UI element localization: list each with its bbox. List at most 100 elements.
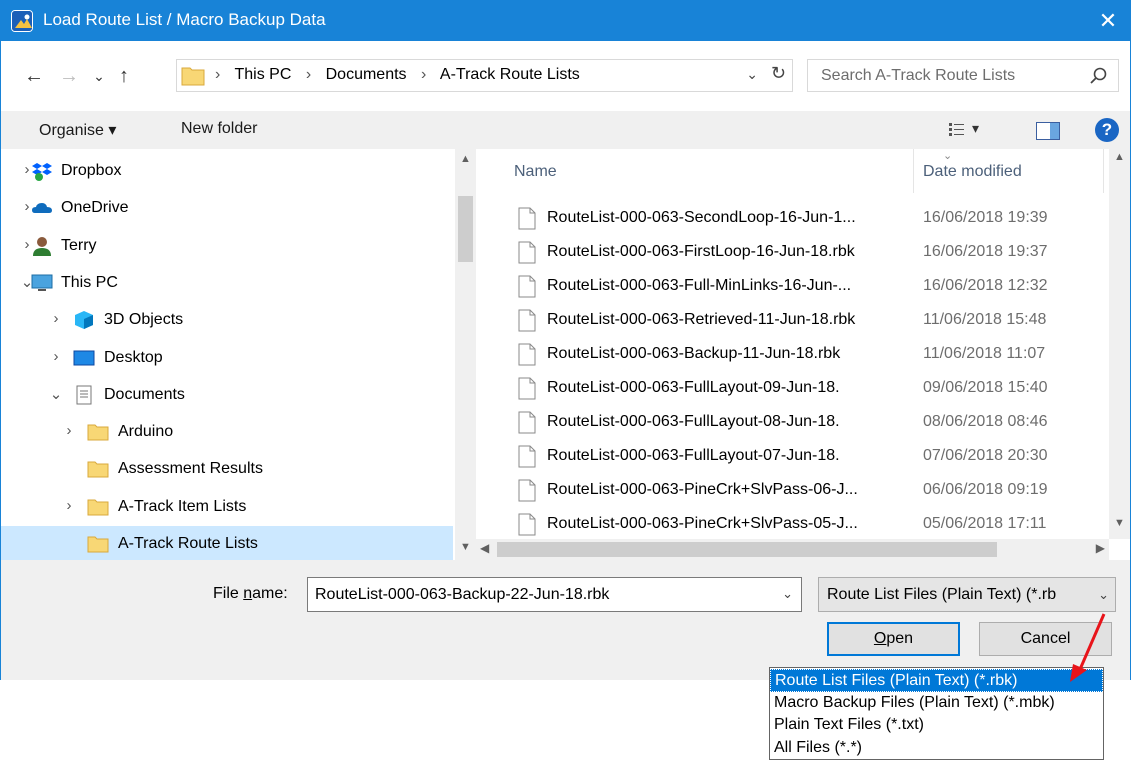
- address-dropdown-icon[interactable]: ⌄: [746, 66, 758, 83]
- file-row[interactable]: RouteList-000-063-FullLayout-09-Jun-18. 0…: [476, 371, 1115, 405]
- file-type-option[interactable]: Route List Files (Plain Text) (*.rbk): [770, 669, 1103, 692]
- scroll-down-icon[interactable]: ▼: [455, 541, 476, 553]
- file-type-filter-select[interactable]: Route List Files (Plain Text) (*.rb ⌄: [818, 577, 1116, 612]
- view-options-button[interactable]: ▾: [948, 120, 988, 140]
- sidebar-item-documents[interactable]: ⌄ Documents: [1, 377, 453, 414]
- breadcrumb-a-track-route-lists[interactable]: A-Track Route Lists: [440, 66, 580, 83]
- file-row[interactable]: RouteList-000-063-Retrieved-11-Jun-18.rb…: [476, 303, 1115, 337]
- sidebar-item-assessment-results[interactable]: Assessment Results: [1, 451, 453, 488]
- column-divider[interactable]: [1103, 149, 1104, 193]
- file-row[interactable]: RouteList-000-063-Full-MinLinks-16-Jun-.…: [476, 269, 1115, 303]
- file-icon: [518, 513, 536, 536]
- sidebar-item-dropbox[interactable]: › Dropbox: [1, 153, 453, 190]
- file-icon: [518, 207, 536, 230]
- file-list: Name Date modified ⌄ RouteList-000-063-S…: [476, 149, 1130, 560]
- address-bar[interactable]: › This PC › Documents › A-Track Route Li…: [176, 59, 793, 92]
- back-arrow-icon[interactable]: ←: [21, 61, 47, 91]
- file-row[interactable]: RouteList-000-063-Backup-11-Jun-18.rbk 11…: [476, 337, 1115, 371]
- refresh-icon[interactable]: ↻: [771, 63, 786, 84]
- open-button-accelerator: O: [873, 630, 887, 647]
- file-row[interactable]: RouteList-000-063-FirstLoop-16-Jun-18.rb…: [476, 235, 1115, 269]
- open-button[interactable]: Open: [827, 622, 960, 656]
- preview-pane-icon[interactable]: [1036, 122, 1060, 140]
- file-name: RouteList-000-063-FirstLoop-16-Jun-18.rb…: [547, 243, 855, 260]
- horizontal-scrollbar[interactable]: ◀ ▶: [476, 539, 1109, 560]
- window-title: Load Route List / Macro Backup Data: [43, 10, 326, 29]
- recent-locations-chevron-icon[interactable]: ⌄: [86, 61, 112, 91]
- file-name: RouteList-000-063-FullLayout-08-Jun-18.: [547, 413, 840, 430]
- expand-chevron-icon[interactable]: ›: [61, 422, 77, 439]
- expand-chevron-icon[interactable]: ›: [48, 310, 64, 327]
- folder-icon: [181, 67, 205, 86]
- horizontal-scrollbar-thumb[interactable]: [497, 542, 997, 557]
- file-name-label-suffix: ame:: [252, 585, 288, 602]
- desktop-icon: [73, 347, 95, 369]
- sidebar-item-arduino[interactable]: › Arduino: [1, 414, 453, 451]
- load-route-list-dialog: Load Route List / Macro Backup Data ✕ ← …: [0, 0, 1131, 680]
- sidebar-item-label: Documents: [104, 385, 185, 403]
- file-date-modified: 08/06/2018 08:46: [923, 413, 1048, 430]
- file-name: RouteList-000-063-FullLayout-09-Jun-18.: [547, 379, 840, 396]
- file-row[interactable]: RouteList-000-063-FullLayout-08-Jun-18. 0…: [476, 405, 1115, 439]
- up-arrow-icon[interactable]: ↑: [111, 61, 137, 91]
- file-date-modified: 06/06/2018 09:19: [923, 481, 1048, 498]
- file-name-dropdown-icon[interactable]: ⌄: [782, 586, 793, 602]
- file-name-input[interactable]: RouteList-000-063-Backup-22-Jun-18.rbk ⌄: [307, 577, 802, 612]
- navigation-pane: › Dropbox › OneDrive › Terry ⌄ This PC › 3D Objec…: [1, 149, 476, 560]
- search-input[interactable]: Search A-Track Route Lists: [807, 59, 1119, 92]
- file-icon: [518, 377, 536, 400]
- address-row: ← → ⌄ ↑ › This PC › Documents › A-Track …: [1, 41, 1130, 111]
- file-row[interactable]: RouteList-000-063-PineCrk+SlvPass-06-J..…: [476, 473, 1115, 507]
- sidebar-item-terry[interactable]: › Terry: [1, 228, 453, 265]
- sidebar-item-a-track-route-lists[interactable]: A-Track Route Lists: [1, 526, 453, 560]
- file-type-dropdown-icon[interactable]: ⌄: [1094, 587, 1109, 603]
- file-row[interactable]: RouteList-000-063-PineCrk+SlvPass-05-J..…: [476, 507, 1115, 541]
- sidebar-item-label: Desktop: [104, 348, 163, 366]
- file-row[interactable]: RouteList-000-063-FullLayout-07-Jun-18. 0…: [476, 439, 1115, 473]
- breadcrumb-this-pc[interactable]: This PC: [234, 66, 291, 83]
- scroll-up-icon[interactable]: ▲: [1109, 151, 1130, 163]
- scroll-up-icon[interactable]: ▲: [455, 153, 476, 165]
- scroll-down-icon[interactable]: ▼: [1109, 517, 1130, 529]
- file-row[interactable]: RouteList-000-063-SecondLoop-16-Jun-1...…: [476, 201, 1115, 235]
- column-divider[interactable]: [913, 149, 914, 193]
- sidebar-item-onedrive[interactable]: › OneDrive: [1, 190, 453, 227]
- sidebar-item-3d-objects[interactable]: › 3D Objects: [1, 302, 453, 339]
- sidebar-item-a-track-item-lists[interactable]: › A-Track Item Lists: [1, 489, 453, 526]
- scroll-right-icon[interactable]: ▶: [1096, 541, 1105, 555]
- expand-chevron-icon[interactable]: ›: [61, 497, 77, 514]
- close-icon[interactable]: ✕: [1086, 1, 1130, 41]
- column-header-date-modified[interactable]: Date modified: [923, 163, 1022, 181]
- column-header-name[interactable]: Name: [514, 163, 557, 181]
- sidebar-item-this-pc[interactable]: ⌄ This PC: [1, 265, 453, 302]
- scroll-left-icon[interactable]: ◀: [480, 541, 489, 555]
- scrollbar-thumb[interactable]: [458, 196, 473, 262]
- file-icon: [518, 275, 536, 298]
- sidebar-item-label: Dropbox: [61, 162, 122, 179]
- forward-arrow-icon[interactable]: →: [56, 61, 82, 91]
- breadcrumb-separator-icon: ›: [215, 66, 221, 83]
- breadcrumb: › This PC › Documents › A-Track Route Li…: [215, 66, 590, 84]
- open-button-label: pen: [886, 630, 914, 647]
- file-type-dropdown-list: Route List Files (Plain Text) (*.rbk) Mac…: [769, 667, 1104, 760]
- a-track-app-icon: [11, 10, 33, 32]
- dialog-footer: File name: RouteList-000-063-Backup-22-J…: [1, 560, 1130, 680]
- search-icon[interactable]: [1088, 64, 1110, 88]
- sidebar-item-desktop[interactable]: › Desktop: [1, 340, 453, 377]
- navigation-scrollbar[interactable]: ▲ ▼: [455, 149, 476, 560]
- file-name-label: File name:: [213, 585, 288, 603]
- new-folder-button[interactable]: New folder: [181, 120, 257, 138]
- expanded-chevron-icon[interactable]: ⌄: [48, 385, 64, 403]
- file-type-option[interactable]: All Files (*.*): [770, 737, 1103, 760]
- folder-icon: [87, 533, 109, 555]
- breadcrumb-separator-icon: ›: [421, 66, 427, 83]
- file-type-option[interactable]: Plain Text Files (*.txt): [770, 714, 1103, 737]
- breadcrumb-separator-icon: ›: [305, 66, 312, 83]
- file-type-option[interactable]: Macro Backup Files (Plain Text) (*.mbk): [770, 692, 1103, 715]
- organise-button[interactable]: Organise ▾: [39, 120, 116, 140]
- help-icon[interactable]: ?: [1095, 118, 1119, 142]
- file-list-scrollbar[interactable]: ▲ ▼: [1109, 149, 1130, 539]
- breadcrumb-documents[interactable]: Documents: [326, 66, 407, 83]
- expand-chevron-icon[interactable]: ›: [48, 348, 64, 365]
- file-date-modified: 09/06/2018 15:40: [923, 379, 1048, 396]
